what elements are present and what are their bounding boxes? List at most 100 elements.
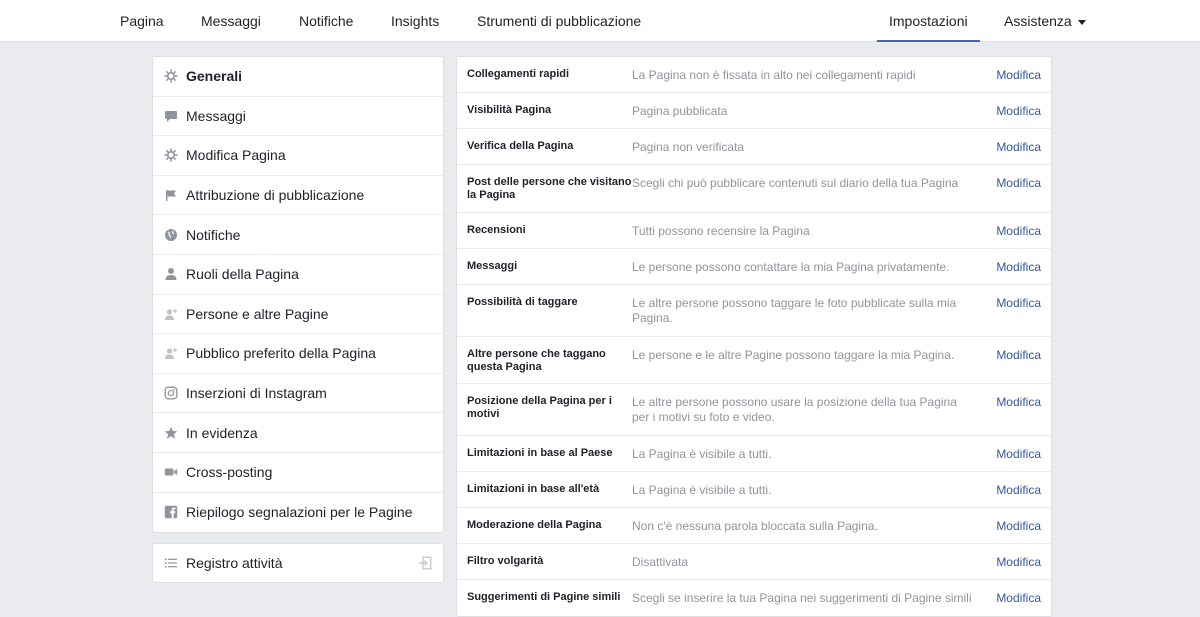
nav-tab-messaggi[interactable]: Messaggi [201, 0, 261, 42]
sidebar-item-label: Riepilogo segnalazioni per le Pagine [186, 504, 413, 521]
setting-value: La Pagina non è fissata in alto nei coll… [632, 68, 916, 82]
edit-link[interactable]: Modifica [996, 591, 1041, 606]
sidebar-item-label: Notifiche [186, 226, 241, 243]
edit-link[interactable]: Modifica [996, 555, 1041, 570]
top-navigation: Pagina Messaggi Notifiche Insights Strum… [0, 0, 1200, 42]
sidebar-item-pubblico-preferito[interactable]: Pubblico preferito della Pagina [153, 334, 443, 374]
sidebar-item-label: Messaggi [186, 107, 246, 124]
sidebar-item-generali[interactable]: Generali [153, 57, 443, 97]
edit-link[interactable]: Modifica [996, 140, 1041, 155]
edit-link[interactable]: Modifica [996, 447, 1041, 462]
sidebar-item-modifica-pagina[interactable]: Modifica Pagina [153, 136, 443, 176]
edit-link[interactable]: Modifica [996, 176, 1041, 191]
setting-name: Limitazioni in base all'età [467, 483, 600, 495]
list-icon [164, 556, 178, 570]
settings-row-visibilita: Visibilità Pagina Pagina pubblicata Modi… [457, 93, 1051, 129]
setting-name: Filtro volgarità [467, 555, 544, 567]
edit-link[interactable]: Modifica [996, 483, 1041, 498]
edit-link[interactable]: Modifica [996, 395, 1041, 410]
sidebar-item-label: Ruoli della Pagina [186, 266, 299, 283]
sidebar-item-cross-posting[interactable]: Cross-posting [153, 453, 443, 493]
person-plus-icon [164, 346, 178, 360]
edit-link[interactable]: Modifica [996, 260, 1041, 275]
settings-row-messaggi: Messaggi Le persone possono contattare l… [457, 249, 1051, 285]
sidebar-item-messaggi[interactable]: Messaggi [153, 97, 443, 137]
setting-value: La Pagina è visibile a tutti. [632, 447, 772, 461]
sidebar-item-label: Pubblico preferito della Pagina [186, 345, 376, 362]
setting-name: Messaggi [467, 260, 518, 272]
sidebar-item-label: Cross-posting [186, 464, 273, 481]
settings-row-limitazioni-paese: Limitazioni in base al Paese La Pagina è… [457, 436, 1051, 472]
settings-row-moderazione: Moderazione della Pagina Non c'è nessuna… [457, 508, 1051, 544]
nav-assistenza-label: Assistenza [1004, 13, 1072, 29]
sidebar-item-in-evidenza[interactable]: In evidenza [153, 413, 443, 453]
setting-value: Le altre persone possono usare la posizi… [632, 395, 957, 424]
settings-row-altre-persone-taggano: Altre persone che taggano questa Pagina … [457, 337, 1051, 384]
settings-row-verifica: Verifica della Pagina Pagina non verific… [457, 129, 1051, 165]
sidebar-item-label: In evidenza [186, 424, 258, 441]
setting-name: Recensioni [467, 224, 526, 236]
globe-icon [164, 228, 178, 242]
setting-value: Le persone possono contattare la mia Pag… [632, 260, 950, 274]
settings-row-collegamenti-rapidi: Collegamenti rapidi La Pagina non è fiss… [457, 57, 1051, 93]
person-plus-icon [164, 307, 178, 321]
setting-value: Le altre persone possono taggare le foto… [632, 296, 957, 325]
setting-name: Visibilità Pagina [467, 104, 552, 116]
edit-link[interactable]: Modifica [996, 224, 1041, 239]
setting-value: Non c'è nessuna parola bloccata sulla Pa… [632, 519, 878, 533]
star-icon [164, 426, 178, 440]
settings-row-post-visitatori: Post delle persone che visitano la Pagin… [457, 165, 1051, 213]
setting-value: Disattivata [632, 555, 689, 569]
person-icon [164, 267, 178, 281]
nav-tab-impostazioni[interactable]: Impostazioni [877, 0, 980, 42]
general-settings-panel: Collegamenti rapidi La Pagina non è fiss… [456, 56, 1052, 617]
chevron-down-icon [1077, 19, 1086, 25]
sidebar-item-riepilogo[interactable]: Riepilogo segnalazioni per le Pagine [153, 493, 443, 533]
nav-tab-notifiche[interactable]: Notifiche [299, 0, 353, 42]
nav-tab-pagina[interactable]: Pagina [120, 0, 164, 42]
edit-link[interactable]: Modifica [996, 348, 1041, 363]
setting-value: Le persone e le altre Pagine possono tag… [632, 348, 955, 362]
setting-name: Moderazione della Pagina [467, 519, 602, 531]
edit-link[interactable]: Modifica [996, 519, 1041, 534]
settings-row-suggerimenti: Suggerimenti di Pagine simili Scegli se … [457, 580, 1051, 616]
video-icon [164, 465, 178, 479]
setting-name: Collegamenti rapidi [467, 68, 570, 80]
facebook-icon [164, 505, 178, 519]
sidebar-item-label: Modifica Pagina [186, 147, 286, 164]
setting-name: Limitazioni in base al Paese [467, 447, 613, 459]
open-log-icon[interactable] [418, 556, 432, 570]
sidebar-item-notifiche[interactable]: Notifiche [153, 215, 443, 255]
settings-row-filtro-volgarita: Filtro volgarità Disattivata Modifica [457, 544, 1051, 580]
sidebar-item-persone[interactable]: Persone e altre Pagine [153, 295, 443, 335]
setting-name: Verifica della Pagina [467, 140, 574, 152]
setting-value: Tutti possono recensire la Pagina [632, 224, 810, 238]
sidebar-item-label: Generali [186, 68, 243, 85]
sidebar-item-ruoli[interactable]: Ruoli della Pagina [153, 255, 443, 295]
nav-tab-strumenti[interactable]: Strumenti di pubblicazione [477, 0, 641, 42]
sidebar-item-instagram[interactable]: Inserzioni di Instagram [153, 374, 443, 414]
setting-value: Scegli chi può pubblicare contenuti sul … [632, 176, 959, 190]
sidebar-item-attribuzione[interactable]: Attribuzione di pubblicazione [153, 176, 443, 216]
edit-link[interactable]: Modifica [996, 104, 1041, 119]
chat-icon [164, 109, 178, 123]
setting-value: La Pagina è visibile a tutti. [632, 483, 772, 497]
sidebar-item-label: Persone e altre Pagine [186, 305, 329, 322]
settings-row-recensioni: Recensioni Tutti possono recensire la Pa… [457, 213, 1051, 249]
gear-icon [164, 69, 178, 83]
setting-value: Pagina non verificata [632, 140, 745, 154]
activity-log-link[interactable]: Registro attività [152, 543, 444, 583]
instagram-icon [164, 386, 178, 400]
setting-value: Scegli se inserire la tua Pagina nei sug… [632, 591, 972, 605]
nav-tab-insights[interactable]: Insights [391, 0, 439, 42]
edit-link[interactable]: Modifica [996, 68, 1041, 83]
settings-row-posizione-motivi: Posizione della Pagina per i motivi Le a… [457, 384, 1051, 436]
setting-name: Suggerimenti di Pagine simili [467, 591, 621, 603]
activity-log-label: Registro attività [186, 555, 283, 571]
edit-link[interactable]: Modifica [996, 296, 1041, 311]
setting-name: Possibilità di taggare [467, 296, 578, 308]
nav-assistenza-dropdown[interactable]: Assistenza [1004, 0, 1086, 42]
settings-sidebar: Generali Messaggi Modifica Pagina Attrib… [152, 56, 444, 534]
flag-icon [164, 188, 178, 202]
settings-row-limitazioni-eta: Limitazioni in base all'età La Pagina è … [457, 472, 1051, 508]
